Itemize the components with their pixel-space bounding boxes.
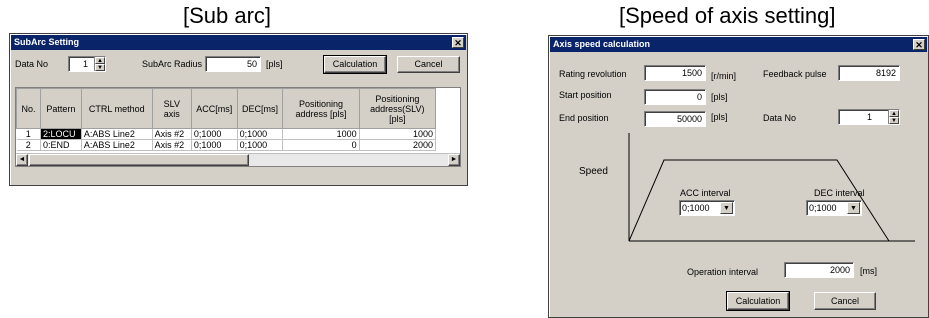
cell-ctrl-method[interactable]: A:ABS Line2 <box>81 139 153 151</box>
speed-profile-diagram <box>628 133 915 242</box>
subarc-data-table: No. Pattern CTRL method SLV axis ACC[ms]… <box>15 87 461 167</box>
cell-acc[interactable]: 0;1000 <box>191 139 238 151</box>
stepper-down-icon[interactable]: ▼ <box>889 117 899 124</box>
dec-interval-label: DEC interval <box>814 188 865 198</box>
data-no-field[interactable]: 1 ▲ ▼ <box>68 56 106 72</box>
col-no: No. <box>16 88 41 129</box>
cell-pattern[interactable]: 0:END <box>40 139 82 151</box>
operation-interval-label: Operation interval <box>687 267 759 277</box>
col-acc: ACC[ms] <box>190 88 238 129</box>
chevron-down-icon[interactable]: ▼ <box>847 202 860 214</box>
rating-unit: [r/min] <box>711 71 737 81</box>
speed-title-bar: Axis speed calculation ✕ <box>550 37 927 52</box>
rating-label: Rating revolution <box>559 69 627 79</box>
stepper-up-icon[interactable]: ▲ <box>95 57 105 64</box>
axis-speed-window: Axis speed calculation ✕ Rating revoluti… <box>548 35 929 318</box>
data-no-label: Data No <box>15 59 49 69</box>
cell-slv-axis[interactable]: Axis #2 <box>152 128 192 140</box>
col-positioning-address-slv: Positioning address(SLV) [pls] <box>358 88 437 129</box>
data-no-label: Data No <box>763 113 797 123</box>
speed-axis-label: Speed <box>579 166 608 177</box>
calculation-button[interactable]: Calculation <box>323 55 387 74</box>
cell-positioning-address-slv[interactable]: 1000 <box>359 128 437 140</box>
end-position-input[interactable]: 50000 <box>644 111 706 127</box>
feedback-label: Feedback pulse <box>763 69 827 79</box>
horizontal-scrollbar[interactable]: ◄ ► <box>16 153 460 166</box>
operation-interval-unit: [ms] <box>860 266 877 276</box>
subarc-radius-input[interactable]: 50 <box>205 56 261 72</box>
cell-dec[interactable]: 0;1000 <box>237 128 284 140</box>
cell-no[interactable]: 1 <box>16 128 41 140</box>
col-pattern: Pattern <box>39 88 82 129</box>
data-no-stepper[interactable]: ▲ ▼ <box>94 57 105 71</box>
col-dec: DEC[ms] <box>236 88 284 129</box>
operation-interval-input[interactable]: 2000 <box>784 262 854 278</box>
cancel-button[interactable]: Cancel <box>397 56 460 73</box>
table-row[interactable]: 1 2:LOCU A:ABS Line2 Axis #2 0;1000 0;10… <box>16 128 437 140</box>
close-icon[interactable]: ✕ <box>913 39 925 50</box>
cell-positioning-address[interactable]: 1000 <box>282 128 360 140</box>
col-slv-axis: SLV axis <box>151 88 192 129</box>
cell-ctrl-method[interactable]: A:ABS Line2 <box>81 128 153 140</box>
scroll-right-icon[interactable]: ► <box>448 154 460 166</box>
cell-acc[interactable]: 0;1000 <box>191 128 238 140</box>
cell-positioning-address[interactable]: 0 <box>282 139 360 151</box>
cancel-button[interactable]: Cancel <box>814 292 876 310</box>
cell-positioning-address-slv[interactable]: 2000 <box>359 139 437 151</box>
rating-input[interactable]: 1500 <box>644 65 706 81</box>
cell-pattern[interactable]: 2:LOCU <box>40 128 82 140</box>
end-position-label: End position <box>559 113 609 123</box>
subarc-title-bar: SubArc Setting ✕ <box>11 35 466 50</box>
start-position-unit: [pls] <box>711 92 728 102</box>
end-position-unit: [pls] <box>711 112 728 122</box>
speed-window-title: Axis speed calculation <box>553 39 651 49</box>
data-no-stepper[interactable]: ▲ ▼ <box>888 110 899 124</box>
radius-unit: [pls] <box>266 59 283 69</box>
close-icon[interactable]: ✕ <box>452 37 464 48</box>
cell-no[interactable]: 2 <box>16 139 41 151</box>
acc-interval-label: ACC interval <box>680 188 731 198</box>
acc-interval-select[interactable]: 0;1000 ▼ <box>679 200 735 216</box>
subarc-grid: No. Pattern CTRL method SLV axis ACC[ms]… <box>16 88 437 151</box>
stepper-up-icon[interactable]: ▲ <box>889 110 899 117</box>
data-no-field[interactable]: 1 ▲ ▼ <box>838 109 900 125</box>
feedback-input[interactable]: 8192 <box>838 65 900 81</box>
subarc-setting-window: SubArc Setting ✕ Data No 1 ▲ ▼ SubArc Rad… <box>9 33 468 186</box>
cell-slv-axis[interactable]: Axis #2 <box>152 139 192 151</box>
speed-caption: [Speed of axis setting] <box>619 3 836 28</box>
scroll-thumb[interactable] <box>29 154 249 166</box>
table-row[interactable]: 2 0:END A:ABS Line2 Axis #2 0;1000 0;100… <box>16 139 437 151</box>
subarc-window-title: SubArc Setting <box>14 37 80 47</box>
calculation-button[interactable]: Calculation <box>726 291 790 311</box>
col-ctrl-method: CTRL method <box>80 88 153 129</box>
sub-arc-caption: [Sub arc] <box>183 3 272 28</box>
chevron-down-icon[interactable]: ▼ <box>720 202 733 214</box>
start-position-input[interactable]: 0 <box>644 89 706 105</box>
dec-interval-select[interactable]: 0;1000 ▼ <box>806 200 862 216</box>
stepper-down-icon[interactable]: ▼ <box>95 64 105 71</box>
col-positioning-address: Positioning address [pls] <box>282 88 360 129</box>
start-position-label: Start position <box>559 90 612 100</box>
scroll-left-icon[interactable]: ◄ <box>16 154 28 166</box>
subarc-radius-label: SubArc Radius <box>142 59 203 69</box>
cell-dec[interactable]: 0;1000 <box>237 139 284 151</box>
